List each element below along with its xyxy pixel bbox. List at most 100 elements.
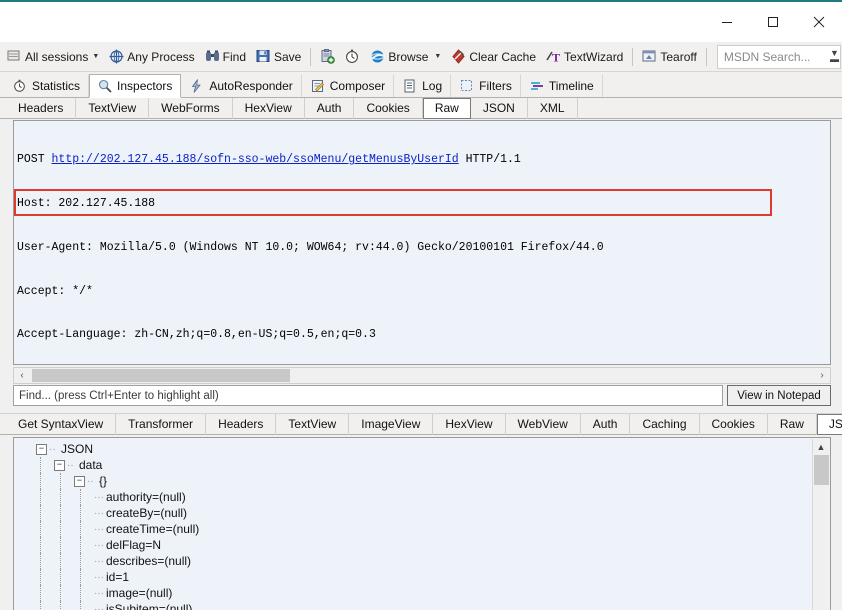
tab-inspectors[interactable]: Inspectors	[89, 74, 181, 98]
tree-leaf-id[interactable]: ··· id=1	[14, 569, 804, 585]
scroll-left-arrow-icon[interactable]: ‹	[14, 368, 30, 383]
fiddler-window: All sessions ▼ Any Process Find Save	[0, 0, 842, 610]
tab-autoresponder[interactable]: AutoResponder	[181, 74, 301, 97]
tree-leaf-label: isSubitem=(null)	[104, 602, 192, 610]
request-tab-cookies[interactable]: Cookies	[354, 98, 422, 119]
tab-log-label: Log	[422, 79, 442, 93]
lightning-icon	[190, 79, 205, 94]
request-tab-json[interactable]: JSON	[471, 98, 528, 119]
tree-guide	[60, 505, 62, 521]
tree-dash: ··	[87, 476, 97, 487]
request-tab-headers[interactable]: Headers	[6, 98, 76, 119]
response-tab-get-syntaxview[interactable]: Get SyntaxView	[6, 414, 116, 435]
tab-log[interactable]: Log	[394, 74, 451, 97]
scroll-up-arrow-icon[interactable]: ▲	[813, 439, 829, 455]
tree-dash: ···	[94, 524, 104, 535]
msdn-search-input[interactable]: MSDN Search...	[717, 45, 841, 69]
clipboard-add-icon	[320, 49, 335, 64]
toolbar-stopwatch[interactable]	[340, 43, 365, 71]
json-tree-panel[interactable]: − ·· JSON − ·· data − ·· {}	[13, 437, 831, 610]
hscroll-track[interactable]	[30, 368, 814, 383]
collapse-icon[interactable]: −	[54, 460, 65, 471]
tree-dash: ···	[94, 508, 104, 519]
request-tab-webforms[interactable]: WebForms	[149, 98, 232, 119]
response-tab-hexview[interactable]: HexView	[433, 414, 505, 435]
response-tab-caching[interactable]: Caching	[630, 414, 699, 435]
toolbar-textwizard[interactable]: T TextWizard	[541, 43, 628, 71]
toolbar-separator-1	[310, 48, 311, 66]
minimize-button[interactable]	[704, 2, 750, 42]
request-raw-textarea[interactable]: POST http://202.127.45.188/sofn-sso-web/…	[13, 120, 831, 365]
toolbar-clipboard-add[interactable]	[315, 43, 340, 71]
request-tab-textview[interactable]: TextView	[76, 98, 149, 119]
response-tab-raw[interactable]: Raw	[768, 414, 817, 435]
toolbar-tearoff[interactable]: Tearoff	[637, 43, 701, 71]
tree-node-root[interactable]: − ·· JSON	[14, 441, 804, 457]
chevron-down-icon[interactable]: ▼	[92, 53, 99, 60]
tree-object-label: {}	[97, 474, 107, 488]
tree-dash: ···	[94, 492, 104, 503]
close-button[interactable]	[796, 2, 842, 42]
tab-filters[interactable]: Filters	[451, 74, 521, 97]
pencil-note-icon	[311, 79, 326, 94]
response-tab-headers[interactable]: Headers	[206, 414, 276, 435]
tree-guide	[40, 457, 42, 473]
find-input[interactable]: Find... (press Ctrl+Enter to highlight a…	[13, 385, 723, 406]
request-line: POST http://202.127.45.188/sofn-sso-web/…	[17, 153, 830, 168]
maximize-button[interactable]	[750, 2, 796, 42]
tree-leaf-delflag[interactable]: ··· delFlag=N	[14, 537, 804, 553]
vscroll-thumb[interactable]	[814, 455, 829, 485]
response-tab-transformer[interactable]: Transformer	[116, 414, 206, 435]
collapse-icon[interactable]: −	[74, 476, 85, 487]
toolbar-any-process[interactable]: Any Process	[104, 43, 199, 71]
tree-guide	[40, 489, 42, 505]
request-tab-auth[interactable]: Auth	[305, 98, 355, 119]
clear-cache-icon	[451, 49, 466, 64]
response-tab-textview[interactable]: TextView	[276, 414, 349, 435]
request-url-link[interactable]: http://202.127.45.188/sofn-sso-web/ssoMe…	[52, 153, 459, 166]
request-tab-hexview[interactable]: HexView	[233, 98, 305, 119]
tree-leaf-createby[interactable]: ··· createBy=(null)	[14, 505, 804, 521]
tree-leaf-image[interactable]: ··· image=(null)	[14, 585, 804, 601]
toolbar-overflow-button[interactable]: ▼▬	[830, 50, 839, 62]
tab-timeline[interactable]: Timeline	[521, 74, 603, 97]
tab-statistics[interactable]: Statistics	[4, 74, 89, 97]
request-tab-xml[interactable]: XML	[528, 98, 578, 119]
collapse-icon[interactable]: −	[36, 444, 47, 455]
response-tab-auth[interactable]: Auth	[581, 414, 631, 435]
browse-chevron-down-icon[interactable]: ▼	[434, 53, 441, 60]
magnifier-icon	[98, 79, 113, 94]
tree-node-object[interactable]: − ·· {}	[14, 473, 804, 489]
toolbar-clear-cache[interactable]: Clear Cache	[446, 43, 541, 71]
toolbar-find-label: Find	[223, 50, 246, 64]
tree-node-data[interactable]: − ·· data	[14, 457, 804, 473]
request-horizontal-scrollbar[interactable]: ‹ ›	[13, 367, 831, 384]
tree-dash: ···	[94, 604, 104, 610]
scroll-right-arrow-icon[interactable]: ›	[814, 368, 830, 383]
hscroll-thumb[interactable]	[32, 369, 290, 382]
tree-leaf-issubitem[interactable]: ··· isSubitem=(null)	[14, 601, 804, 610]
toolbar-find[interactable]: Find	[200, 43, 251, 71]
toolbar-browse[interactable]: Browse	[365, 43, 433, 71]
toolbar-all-sessions[interactable]: All sessions ▼	[2, 43, 104, 71]
response-tab-webview[interactable]: WebView	[506, 414, 581, 435]
tree-leaf-label: delFlag=N	[104, 538, 161, 552]
tree-leaf-authority[interactable]: ··· authority=(null)	[14, 489, 804, 505]
tree-guide	[80, 537, 82, 553]
tree-guide	[60, 585, 62, 601]
response-tab-imageview[interactable]: ImageView	[349, 414, 433, 435]
tree-dash: ···	[94, 540, 104, 551]
tree-leaf-describes[interactable]: ··· describes=(null)	[14, 553, 804, 569]
main-tab-bar: Statistics Inspectors AutoResponder Comp…	[0, 72, 842, 98]
tab-composer[interactable]: Composer	[302, 74, 394, 97]
request-tab-raw[interactable]: Raw	[423, 98, 471, 119]
toolbar-save[interactable]: Save	[251, 43, 306, 71]
tree-guide	[60, 553, 62, 569]
timeline-icon	[530, 79, 545, 94]
tree-leaf-createtime[interactable]: ··· createTime=(null)	[14, 521, 804, 537]
response-tab-json[interactable]: JSON	[817, 414, 842, 435]
view-in-notepad-button[interactable]: View in Notepad	[727, 385, 831, 406]
tab-timeline-label: Timeline	[549, 79, 594, 93]
json-vertical-scrollbar[interactable]: ▲	[812, 439, 829, 610]
response-tab-cookies[interactable]: Cookies	[700, 414, 768, 435]
